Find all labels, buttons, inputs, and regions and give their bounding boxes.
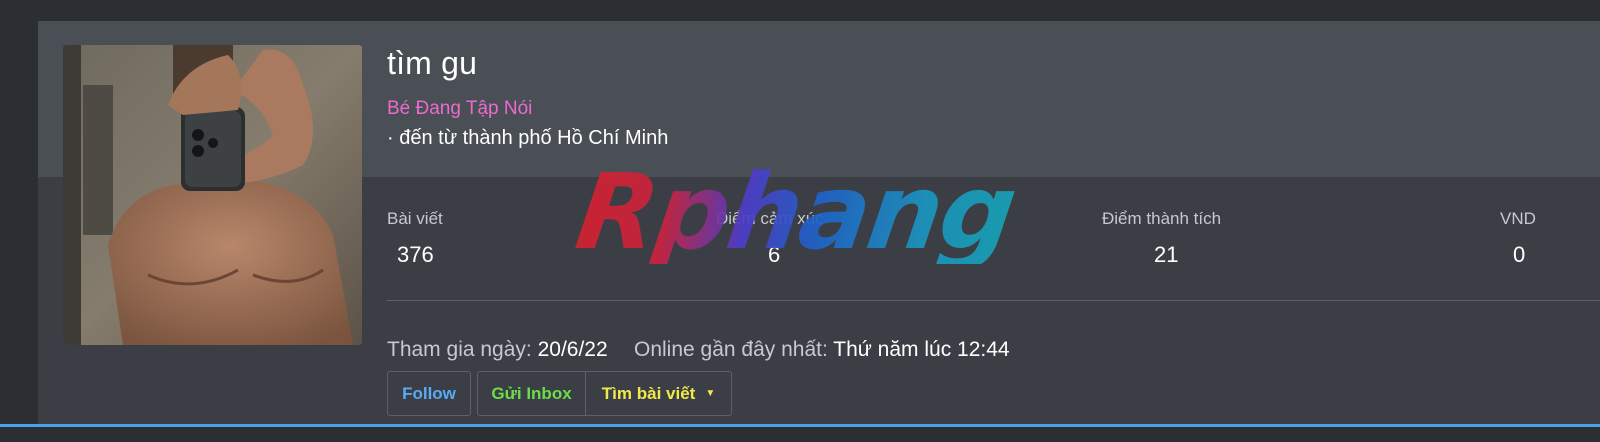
stat-label-posts: Bài viết — [387, 209, 443, 228]
caret-down-icon: ▼ — [705, 388, 716, 399]
find-posts-button[interactable]: Tìm bài viết ▼ — [586, 372, 731, 415]
send-inbox-button[interactable]: Gửi Inbox — [478, 372, 586, 415]
stat-value-vnd: 0 — [1513, 242, 1526, 267]
find-posts-label: Tìm bài viết — [601, 383, 696, 403]
last-online-info: Online gần đây nhất: Thứ năm lúc 12:44 — [634, 338, 1010, 362]
accent-line — [0, 424, 1600, 427]
last-online-label: Online gần đây nhất: — [634, 338, 828, 361]
joined-date: 20/6/22 — [537, 338, 608, 361]
action-button-group: Gửi Inbox Tìm bài viết ▼ — [477, 371, 732, 416]
user-title: Bé Đang Tập Nói — [387, 98, 533, 119]
location: · đến từ thành phố Hồ Chí Minh — [387, 127, 669, 149]
stats-divider — [387, 300, 1600, 301]
stat-value-trophies[interactable]: 21 — [1154, 242, 1178, 268]
joined-label: Tham gia ngày: — [387, 338, 532, 361]
stat-label-vnd: VND — [1500, 209, 1536, 228]
stat-label-trophies: Điểm thành tích — [1102, 209, 1222, 228]
stat-label-reactions: Điểm cảm xúc — [716, 209, 824, 228]
username: tìm gu — [387, 45, 478, 81]
stat-value-reactions[interactable]: 6 — [768, 242, 780, 268]
profile-page: tìm gu Bé Đang Tập Nói · đến từ thành ph… — [0, 0, 1600, 442]
last-online-time: Thứ năm lúc 12:44 — [833, 338, 1010, 361]
follow-button[interactable]: Follow — [387, 371, 471, 416]
avatar[interactable] — [63, 45, 362, 345]
stat-value-posts[interactable]: 376 — [397, 242, 434, 268]
joined-info: Tham gia ngày: 20/6/22 — [387, 338, 608, 362]
